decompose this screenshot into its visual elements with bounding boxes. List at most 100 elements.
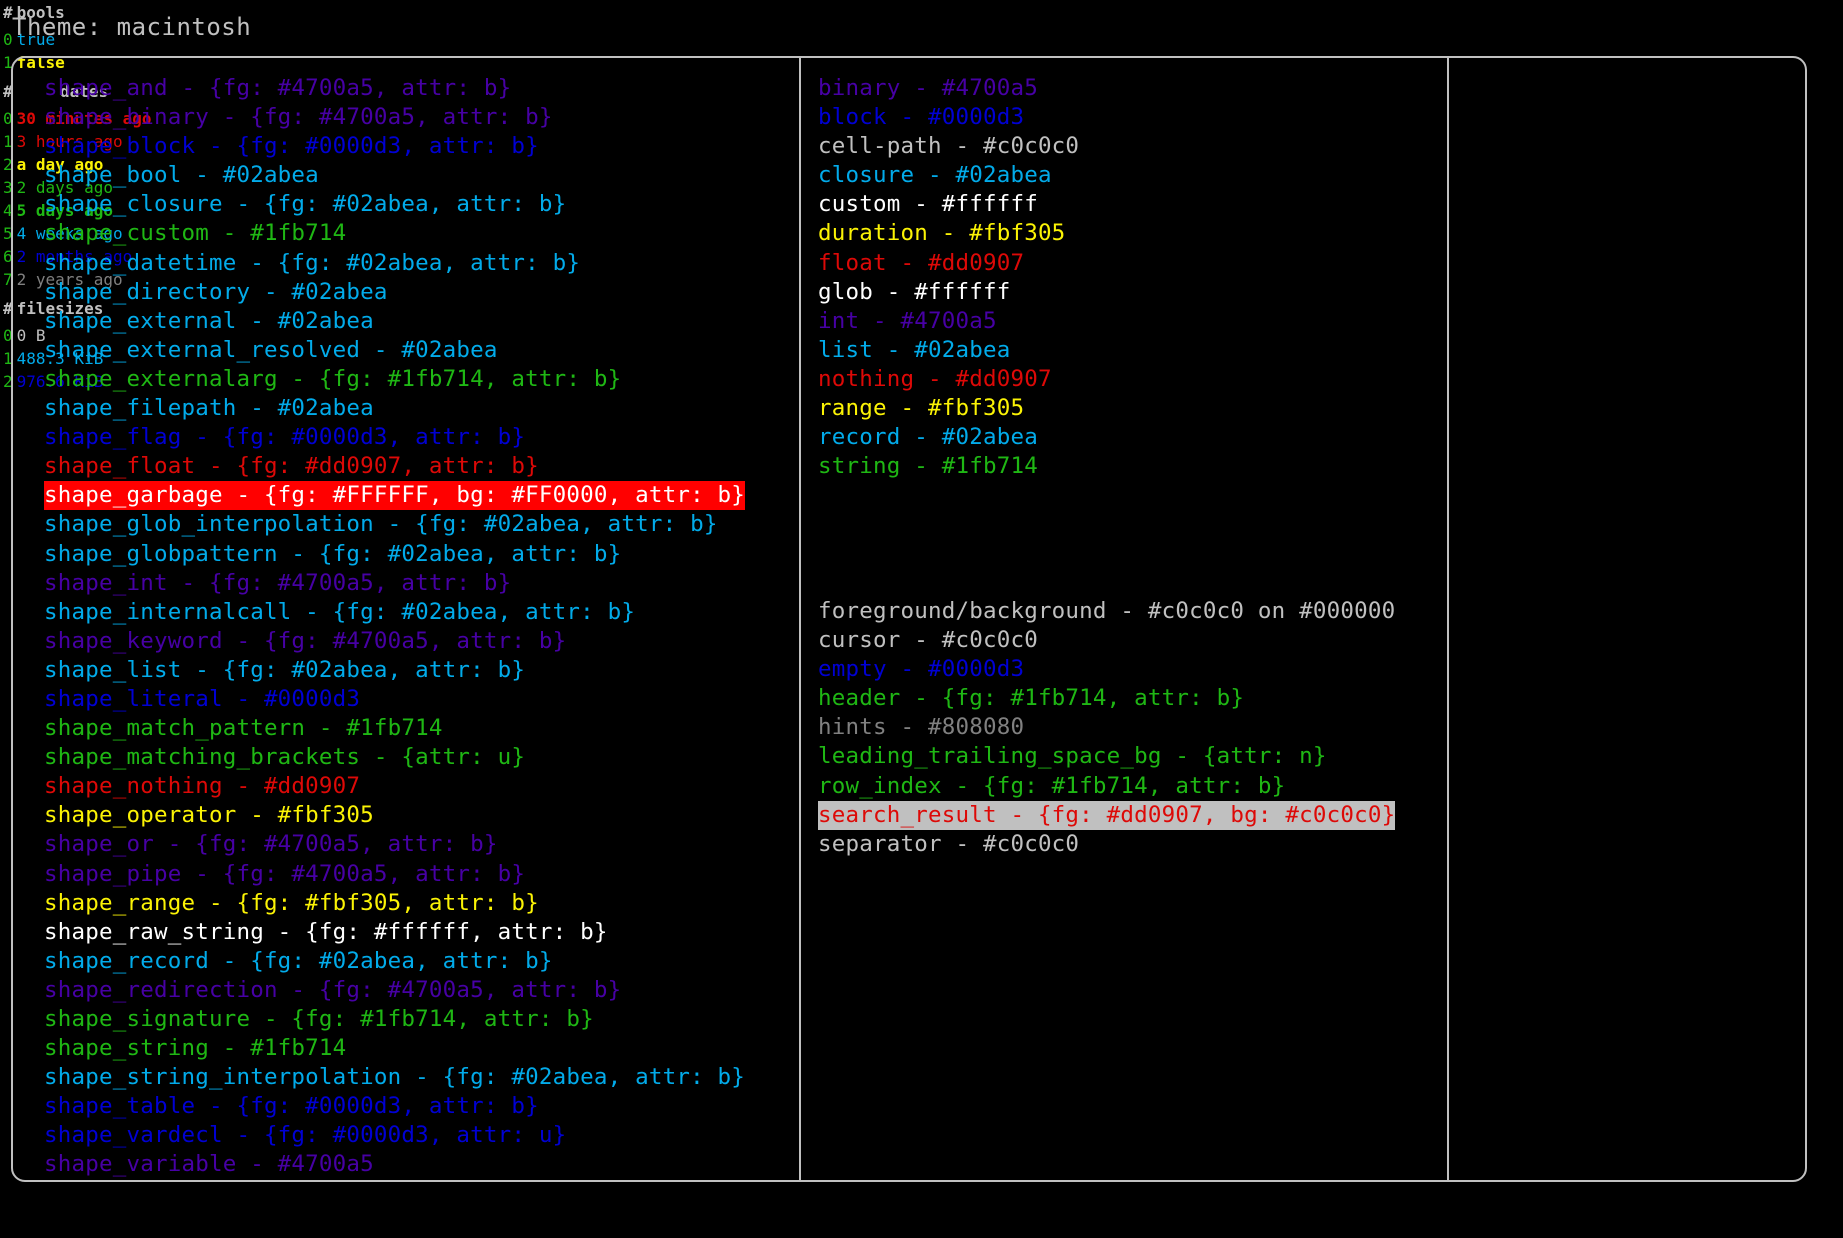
shape-row: shape_string_interpolation - {fg: #02abe… (44, 1063, 745, 1092)
shape-row: shape_literal - #0000d3 (44, 685, 745, 714)
shape-row: shape_keyword - {fg: #4700a5, attr: b} (44, 627, 745, 656)
shape-row: shape_custom - #1fb714 (44, 219, 745, 248)
shape-line: shape_raw_string - {fg: #ffffff, attr: b… (44, 918, 608, 945)
ui-element-row: separator - #c0c0c0 (818, 830, 1395, 859)
shape-row: shape_pipe - {fg: #4700a5, attr: b} (44, 860, 745, 889)
shape-line: shape_keyword - {fg: #4700a5, attr: b} (44, 627, 567, 654)
ui-element-row: cursor - #c0c0c0 (818, 626, 1395, 655)
shape-line: shape_and - {fg: #4700a5, attr: b} (44, 75, 512, 101)
ui-element-row: row_index - {fg: #1fb714, attr: b} (818, 772, 1395, 801)
shape-line: shape_record - {fg: #02abea, attr: b} (44, 947, 553, 974)
shape-line: shape_flag - {fg: #0000d3, attr: b} (44, 424, 526, 451)
type-line: binary - #4700a5 (818, 75, 1038, 101)
shape-line: shape_bool - #02abea (44, 162, 319, 189)
type-row: float - #dd0907 (818, 249, 1079, 278)
type-row: custom - #ffffff (818, 190, 1079, 219)
type-line: list - #02abea (818, 336, 1011, 363)
shape-line: shape_filepath - #02abea (44, 395, 374, 422)
type-row: range - #fbf305 (818, 394, 1079, 423)
type-line: cell-path - #c0c0c0 (818, 133, 1080, 160)
shape-line: shape_table - {fg: #0000d3, attr: b} (44, 1093, 539, 1120)
shape-row: shape_internalcall - {fg: #02abea, attr:… (44, 598, 745, 627)
terminal-screen: Theme: macintosh shape_and - {fg: #4700a… (0, 0, 1843, 1238)
shape-row: shape_binary - {fg: #4700a5, attr: b} (44, 103, 745, 132)
shape-row: shape_redirection - {fg: #4700a5, attr: … (44, 976, 745, 1005)
type-line: closure - #02abea (818, 162, 1052, 189)
shape-row: shape_match_pattern - #1fb714 (44, 714, 745, 743)
type-line: record - #02abea (818, 424, 1038, 451)
type-row: string - #1fb714 (818, 452, 1079, 481)
type-row: nothing - #dd0907 (818, 365, 1079, 394)
shape-line: shape_nothing - #dd0907 (44, 773, 361, 800)
shape-row: shape_external_resolved - #02abea (44, 336, 745, 365)
shape-row: shape_closure - {fg: #02abea, attr: b} (44, 190, 745, 219)
shape-row: shape_string - #1fb714 (44, 1034, 745, 1063)
ui-element-line: search_result - {fg: #dd0907, bg: #c0c0c… (818, 800, 1396, 830)
shape-line: shape_glob_interpolation - {fg: #02abea,… (44, 511, 718, 538)
shape-line: shape_pipe - {fg: #4700a5, attr: b} (44, 860, 526, 887)
shape-row: shape_or - {fg: #4700a5, attr: b} (44, 830, 745, 859)
shape-row: shape_table - {fg: #0000d3, attr: b} (44, 1092, 745, 1121)
shape-line: shape_redirection - {fg: #4700a5, attr: … (44, 976, 622, 1003)
shape-line: shape_or - {fg: #4700a5, attr: b} (44, 831, 498, 858)
type-row: duration - #fbf305 (818, 219, 1079, 248)
type-row: binary - #4700a5 (818, 74, 1079, 103)
shape-line: shape_binary - {fg: #4700a5, attr: b} (44, 104, 553, 131)
shape-line: shape_operator - #fbf305 (44, 802, 374, 829)
type-line: duration - #fbf305 (818, 220, 1066, 247)
ui-element-row: header - {fg: #1fb714, attr: b} (818, 684, 1395, 713)
shape-line: shape_string_interpolation - {fg: #02abe… (44, 1064, 746, 1091)
shape-row: shape_nothing - #dd0907 (44, 772, 745, 801)
shape-row: shape_externalarg - {fg: #1fb714, attr: … (44, 365, 745, 394)
shape-line: shape_directory - #02abea (44, 278, 388, 305)
shape-row: shape_float - {fg: #dd0907, attr: b} (44, 452, 745, 481)
shape-row: shape_variable - #4700a5 (44, 1150, 745, 1179)
type-row: record - #02abea (818, 423, 1079, 452)
shape-line: shape_float - {fg: #dd0907, attr: b} (44, 453, 539, 480)
ui-element-row: hints - #808080 (818, 713, 1395, 742)
ui-element-line: separator - #c0c0c0 (818, 830, 1080, 857)
shape-line: shape_variable - #4700a5 (44, 1151, 374, 1178)
shape-line: shape_list - {fg: #02abea, attr: b} (44, 656, 526, 683)
shape-row: shape_external - #02abea (44, 307, 745, 336)
shape-row: shape_and - {fg: #4700a5, attr: b} (44, 74, 745, 103)
shape-row: shape_bool - #02abea (44, 161, 745, 190)
types-column: binary - #4700a5 block - #0000d3 cell-path… (818, 74, 1079, 481)
shape-line: shape_block - {fg: #0000d3, attr: b} (44, 133, 539, 160)
shape-line: shape_string - #1fb714 (44, 1035, 347, 1062)
type-row: cell-path - #c0c0c0 (818, 132, 1079, 161)
type-line: glob - #ffffff (818, 278, 1011, 305)
shape-row: shape_filepath - #02abea (44, 394, 745, 423)
ui-element-line: cursor - #c0c0c0 (818, 627, 1038, 654)
shape-line: shape_custom - #1fb714 (44, 220, 347, 247)
ui-element-line: header - {fg: #1fb714, attr: b} (818, 685, 1245, 712)
shape-line: shape_externalarg - {fg: #1fb714, attr: … (44, 365, 622, 392)
type-line: custom - #ffffff (818, 191, 1038, 218)
shape-line: shape_literal - #0000d3 (44, 685, 361, 712)
type-row: glob - #ffffff (818, 278, 1079, 307)
ui-element-row: leading_trailing_space_bg - {attr: n} (818, 742, 1395, 771)
shape-line: shape_globpattern - {fg: #02abea, attr: … (44, 540, 622, 567)
ui-element-line: row_index - {fg: #1fb714, attr: b} (818, 772, 1286, 799)
ui-element-row: search_result - {fg: #dd0907, bg: #c0c0c… (818, 800, 1396, 830)
ui-element-row: foreground/background - #c0c0c0 on #0000… (818, 597, 1395, 626)
type-row: int - #4700a5 (818, 307, 1079, 336)
shape-line: shape_vardecl - {fg: #0000d3, attr: u} (44, 1122, 567, 1149)
shape-line: shape_internalcall - {fg: #02abea, attr:… (44, 598, 636, 625)
panel-divider-1 (799, 58, 801, 1180)
panel-divider-2 (1447, 58, 1449, 1180)
ui-element-line: leading_trailing_space_bg - {attr: n} (818, 743, 1327, 770)
shape-row: shape_range - {fg: #fbf305, attr: b} (44, 889, 745, 918)
shape-row: shape_flag - {fg: #0000d3, attr: b} (44, 423, 745, 452)
ui-element-line: empty - #0000d3 (818, 656, 1025, 683)
type-row: list - #02abea (818, 336, 1079, 365)
shape-line: shape_external_resolved - #02abea (44, 336, 498, 363)
shape-row: shape_garbage - {fg: #FFFFFF, bg: #FF000… (44, 481, 746, 511)
shape-line: shape_closure - {fg: #02abea, attr: b} (44, 191, 567, 218)
shapes-column: shape_and - {fg: #4700a5, attr: b} shape_… (44, 74, 746, 1180)
type-line: range - #fbf305 (818, 395, 1025, 422)
shape-row: shape_directory - #02abea (44, 278, 745, 307)
shape-line: shape_datetime - {fg: #02abea, attr: b} (44, 249, 581, 276)
type-row: closure - #02abea (818, 161, 1079, 190)
shape-row: shape_glob_interpolation - {fg: #02abea,… (44, 510, 745, 539)
